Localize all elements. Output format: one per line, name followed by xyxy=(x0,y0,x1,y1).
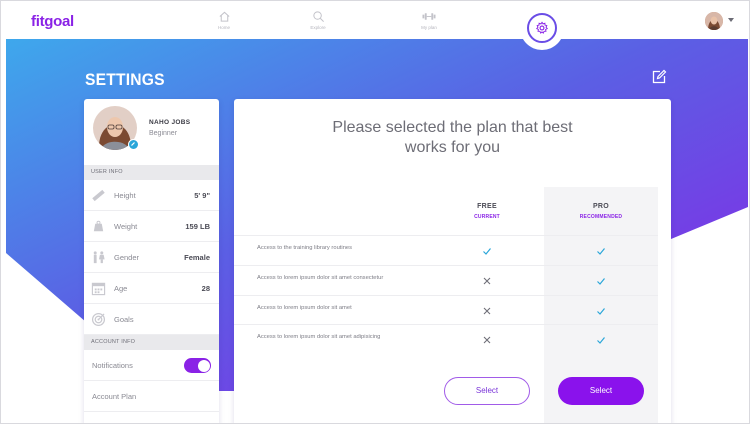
select-free-button[interactable]: Select xyxy=(444,377,530,405)
plans-headline-line-1: Please selected the plan that best xyxy=(332,119,573,136)
feature-text: Access to lorem ipsum dolor sit amet con… xyxy=(257,275,384,281)
edit-icon xyxy=(652,69,667,84)
user-info-row-gender[interactable]: Gender Female xyxy=(84,242,219,273)
user-info-row-age[interactable]: Age 28 xyxy=(84,273,219,304)
app-window: fitgoal Home Explore My plan SETTINGS NA… xyxy=(0,0,750,424)
goals-label: Goals xyxy=(114,315,134,324)
notifications-label: Notifications xyxy=(92,361,133,370)
free-plan-subtitle: CURRENT xyxy=(474,214,500,220)
pro-plan-title: PRO xyxy=(592,203,610,210)
chevron-down-icon[interactable] xyxy=(728,18,734,22)
weight-icon xyxy=(93,220,104,232)
nav-item-home[interactable]: Home xyxy=(199,10,249,30)
gender-icon xyxy=(93,251,105,264)
user-info-row-goals[interactable]: Goals xyxy=(84,304,219,335)
gear-icon xyxy=(535,21,549,34)
feature-row: Access to lorem ipsum dolor sit amet adi… xyxy=(234,324,658,353)
free-plan-header: FREE CURRENT xyxy=(445,203,529,220)
weight-label: Weight xyxy=(114,222,138,231)
app-logo[interactable]: fitgoal xyxy=(31,13,74,30)
select-pro-button[interactable]: Select xyxy=(558,377,644,405)
gender-label: Gender xyxy=(114,253,140,262)
pro-check-icon xyxy=(595,333,607,345)
user-info-header: USER INFO xyxy=(84,165,219,180)
pro-check-icon xyxy=(595,304,607,316)
user-avatar[interactable] xyxy=(705,12,723,30)
calendar-icon xyxy=(91,282,106,296)
plans-headline: Please selected the plan that best works… xyxy=(294,118,611,158)
pro-plan-subtitle: RECOMMENDED xyxy=(579,214,623,220)
feature-text: Access to lorem ipsum dolor sit amet xyxy=(257,305,352,311)
gender-value: Female xyxy=(184,253,210,262)
free-cross-icon xyxy=(481,274,493,286)
age-label: Age xyxy=(114,284,128,293)
plans-headline-line-2: works for you xyxy=(404,139,501,156)
age-value: 28 xyxy=(201,284,210,293)
pro-check-icon xyxy=(595,274,607,286)
pro-plan-header: PRO RECOMMENDED xyxy=(559,203,643,220)
pro-check-icon xyxy=(595,244,607,256)
feature-text: Access to the training library routines xyxy=(257,245,353,251)
feature-row: Access to lorem ipsum dolor sit amet xyxy=(234,295,658,324)
free-check-icon xyxy=(481,244,493,256)
target-icon xyxy=(91,312,106,327)
feature-row: Access to the training library routines xyxy=(234,235,658,264)
nav-item-settings[interactable] xyxy=(523,9,561,47)
height-value: 5' 9" xyxy=(194,191,210,200)
feature-text: Access to lorem ipsum dolor sit amet adi… xyxy=(257,334,381,340)
feature-row: Access to lorem ipsum dolor sit amet con… xyxy=(234,265,658,294)
page-title: SETTINGS xyxy=(85,70,165,89)
nav-item-home-label: Home xyxy=(217,25,230,30)
user-info-row-weight[interactable]: Weight 159 LB xyxy=(84,211,219,242)
ruler-icon xyxy=(92,189,105,202)
verified-icon xyxy=(128,139,139,150)
profile-header: NAHO JOBS Beginner xyxy=(84,99,219,165)
free-cross-icon xyxy=(481,304,493,316)
profile-name: NAHO JOBS xyxy=(149,119,191,126)
edit-button[interactable] xyxy=(651,69,667,85)
weight-value: 159 LB xyxy=(185,222,210,231)
account-row-notifications: Notifications xyxy=(84,350,219,381)
account-info-header: ACCOUNT INFO xyxy=(84,335,219,350)
free-cross-icon xyxy=(481,333,493,345)
dumbbell-icon xyxy=(422,13,436,20)
nav-item-my-plan[interactable]: My plan xyxy=(404,10,454,30)
nav-item-explore[interactable]: Explore xyxy=(293,10,343,30)
account-row-plan[interactable]: Account Plan xyxy=(84,381,219,412)
profile-card: NAHO JOBS Beginner USER INFO Height 5' 9… xyxy=(84,99,219,423)
search-icon xyxy=(312,11,324,22)
profile-level: Beginner xyxy=(149,130,178,137)
nav-item-explore-label: Explore xyxy=(310,25,326,30)
plans-card: Please selected the plan that best works… xyxy=(234,99,671,423)
height-label: Height xyxy=(114,191,136,200)
home-icon xyxy=(219,11,229,22)
account-plan-label: Account Plan xyxy=(92,392,137,401)
user-info-row-height[interactable]: Height 5' 9" xyxy=(84,180,219,211)
notifications-toggle[interactable] xyxy=(184,358,211,373)
top-navigation-bar: fitgoal Home Explore My plan xyxy=(1,1,749,39)
free-plan-title: FREE xyxy=(477,203,497,210)
nav-item-my-plan-label: My plan xyxy=(421,25,437,30)
